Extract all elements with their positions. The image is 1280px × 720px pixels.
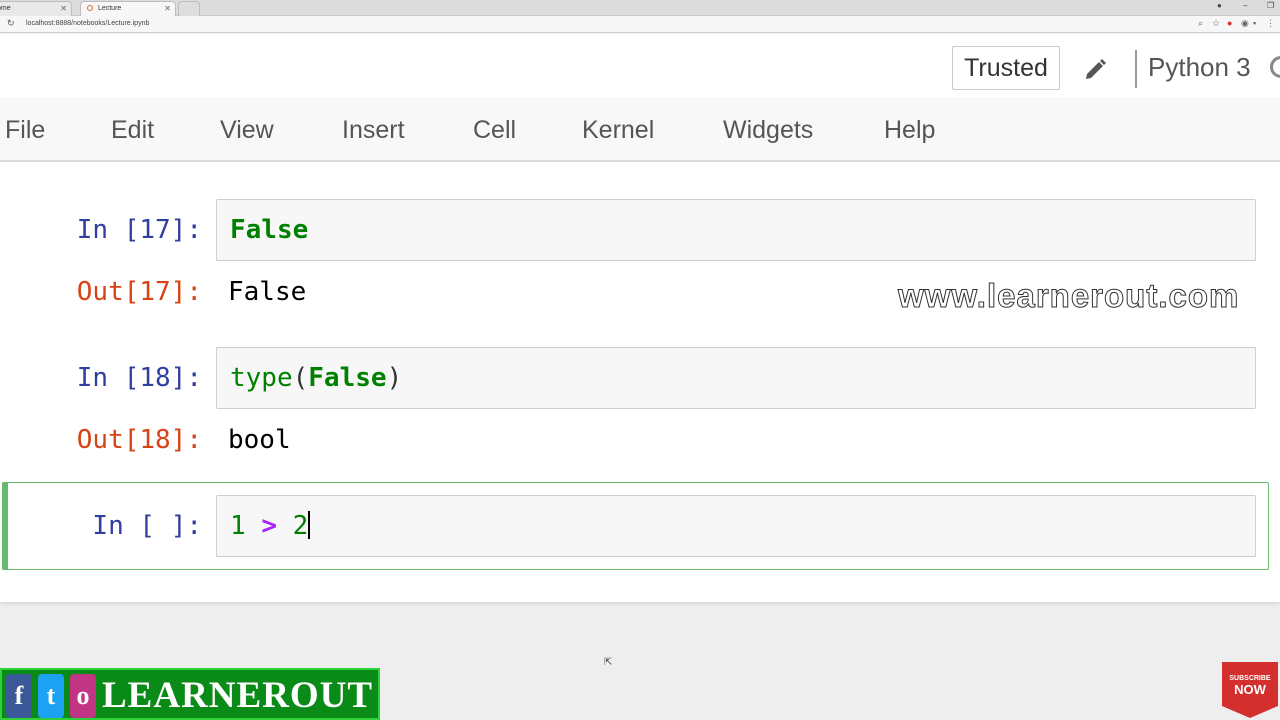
- browser-tab-active[interactable]: Lecture ✕: [80, 1, 176, 16]
- tab-label: Lecture: [97, 5, 122, 12]
- text-cursor: [308, 511, 311, 539]
- menu-edit[interactable]: Edit: [111, 116, 154, 145]
- extension-icon[interactable]: ●: [1227, 18, 1232, 28]
- menu-cell[interactable]: Cell: [473, 116, 516, 145]
- code-cell-input[interactable]: type(False): [216, 347, 1256, 409]
- input-prompt: In [18]:: [76, 363, 202, 393]
- code-text: type(False): [230, 363, 402, 393]
- twitter-icon[interactable]: t: [38, 674, 64, 718]
- jupyter-favicon-icon: [87, 5, 93, 11]
- header-divider: [1135, 50, 1137, 88]
- instagram-icon[interactable]: o: [70, 674, 96, 718]
- url-input[interactable]: localhost:8888/notebooks/Lecture.ipynb: [22, 18, 1192, 31]
- menu-bar: File Edit View Insert Cell Kernel Widget…: [0, 98, 1280, 161]
- code-cell-input-active[interactable]: 1 > 2: [216, 495, 1256, 557]
- subscribe-now-badge[interactable]: SUBSCRIBE NOW: [1220, 658, 1280, 720]
- profile-icon[interactable]: ●: [1217, 1, 1222, 10]
- brand-name: LEARNEROUT: [102, 675, 374, 716]
- code-paren: ): [386, 363, 403, 393]
- menu-kernel[interactable]: Kernel: [582, 116, 654, 145]
- code-operator: >: [261, 511, 277, 541]
- code-paren: (: [292, 363, 309, 393]
- kernel-name[interactable]: Python 3: [1148, 52, 1251, 83]
- tab-label: ome: [0, 5, 11, 12]
- output-prompt: Out[18]:: [76, 425, 202, 455]
- code-cell-input[interactable]: False: [216, 199, 1256, 261]
- edit-pencil-icon[interactable]: [1083, 56, 1109, 82]
- code-number: 2: [292, 511, 309, 541]
- watermark-text: www.learnerout.com: [897, 277, 1240, 315]
- extension-icon[interactable]: ◉: [1241, 18, 1249, 29]
- reload-icon[interactable]: ↻: [7, 18, 15, 29]
- menu-widgets[interactable]: Widgets: [723, 116, 813, 145]
- new-tab-button[interactable]: [178, 1, 200, 16]
- close-tab-icon[interactable]: ✕: [60, 4, 67, 13]
- url-text: localhost:8888/notebooks/Lecture.ipynb: [26, 20, 150, 27]
- browser-tab-bar: ome ✕ Lecture ✕ ● – ❐: [0, 0, 1280, 16]
- minimize-icon[interactable]: –: [1243, 1, 1247, 10]
- menu-help[interactable]: Help: [884, 116, 935, 145]
- search-icon[interactable]: ⌕: [1198, 18, 1203, 29]
- output-prompt: Out[17]:: [76, 277, 202, 307]
- menu-view[interactable]: View: [220, 116, 274, 145]
- cell-output: False: [228, 277, 307, 307]
- input-prompt: In [17]:: [76, 215, 202, 245]
- close-tab-icon[interactable]: ✕: [164, 4, 171, 13]
- svg-text:NOW: NOW: [1234, 682, 1267, 697]
- svg-text:SUBSCRIBE: SUBSCRIBE: [1229, 675, 1271, 682]
- code-number: 1: [230, 511, 246, 541]
- input-prompt: In [ ]:: [92, 511, 202, 541]
- menu-insert[interactable]: Insert: [342, 116, 405, 145]
- code-text: False: [230, 215, 308, 245]
- notebook-container: In [17]: False Out[17]: False In [18]: t…: [0, 162, 1280, 602]
- menu-icon[interactable]: ⋮: [1266, 18, 1275, 29]
- code-keyword: False: [230, 215, 309, 245]
- browser-tab[interactable]: ome ✕: [0, 1, 72, 16]
- restore-icon[interactable]: ❐: [1267, 1, 1274, 10]
- code-keyword: False: [308, 363, 387, 393]
- code-builtin: type: [230, 363, 293, 393]
- code-text: 1 > 2: [230, 511, 311, 541]
- cell-output: bool: [228, 425, 291, 455]
- address-bar: ↻ localhost:8888/notebooks/Lecture.ipynb…: [0, 16, 1280, 33]
- facebook-icon[interactable]: f: [6, 674, 32, 718]
- bookmark-star-icon[interactable]: ☆: [1212, 18, 1220, 29]
- extension-icon[interactable]: ▪: [1253, 18, 1256, 28]
- menu-file[interactable]: File: [5, 116, 45, 145]
- mouse-pointer-icon: ⇱: [604, 657, 613, 668]
- brand-banner: f t o LEARNEROUT: [0, 668, 380, 720]
- trusted-indicator[interactable]: Trusted: [952, 46, 1060, 90]
